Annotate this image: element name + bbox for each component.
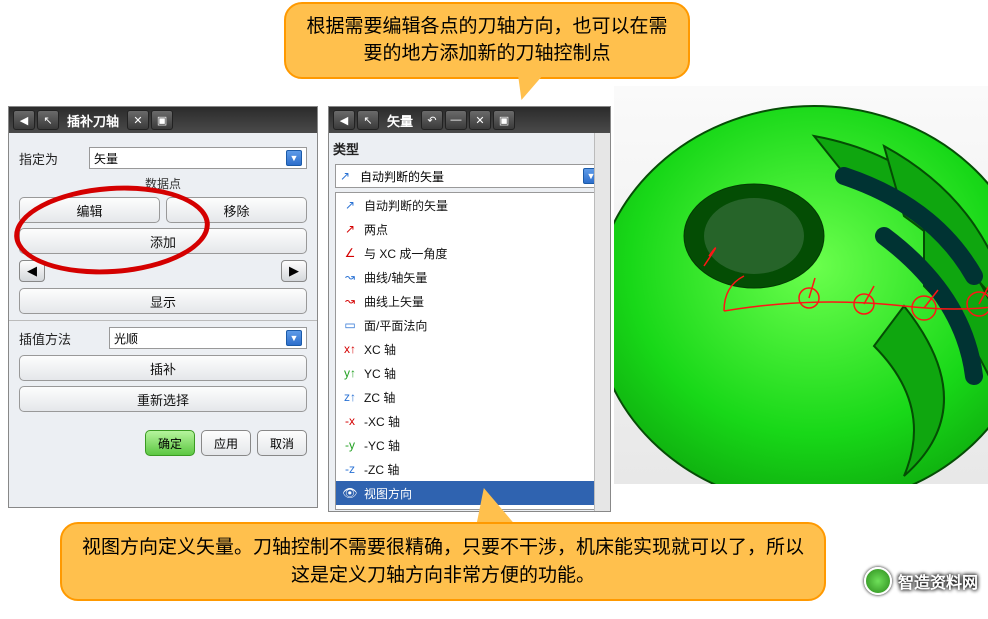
remove-button[interactable]: 移除 [166, 197, 307, 223]
option-icon: ↗ [342, 221, 358, 237]
close-button[interactable]: ✕ [127, 110, 149, 130]
datapoints-group-label: 数据点 [19, 175, 307, 192]
prev-button[interactable]: ◀ [19, 260, 45, 282]
apply-button[interactable]: 应用 [201, 430, 251, 456]
option-label: 与 XC 成一角度 [364, 245, 447, 262]
edit-button[interactable]: 编辑 [19, 197, 160, 223]
dialog-vector: ◀ ↖ 矢量 ↶ — ✕ ▣ 类型 ↗ 自动判断的矢量 ▼ ↗自动判断的矢量↗两… [328, 106, 611, 512]
specify-as-value: 矢量 [94, 150, 118, 167]
option-icon: ↗ [342, 197, 358, 213]
vector-type-combo[interactable]: ↗ 自动判断的矢量 ▼ [335, 164, 604, 188]
interpolate-button[interactable]: 插补 [19, 355, 307, 381]
maximize-button[interactable]: ▣ [493, 110, 515, 130]
viewport-3d[interactable] [614, 86, 988, 484]
vector-type-option[interactable]: ∠ 与 XC 成一角度 [336, 241, 603, 265]
vector-type-option[interactable]: ↝ 曲线上矢量 [336, 289, 603, 313]
option-icon: y↑ [342, 365, 358, 381]
add-button[interactable]: 添加 [19, 228, 307, 254]
cancel-button[interactable]: 取消 [257, 430, 307, 456]
scrollbar[interactable] [594, 133, 610, 511]
option-label: -XC 轴 [364, 413, 400, 430]
option-icon: z↑ [342, 389, 358, 405]
annotation-top-text: 根据需要编辑各点的刀轴方向，也可以在需要的地方添加新的刀轴控制点 [306, 16, 667, 64]
back-button[interactable]: ◀ [333, 110, 355, 130]
vector-type-value: 自动判断的矢量 [360, 168, 444, 185]
option-icon: ↝ [342, 269, 358, 285]
dropdown-arrow-icon: ▼ [286, 330, 302, 346]
option-label: -YC 轴 [364, 437, 400, 454]
interp-method-value: 光顺 [114, 330, 138, 347]
inferred-vector-icon: ↗ [340, 169, 356, 183]
specify-as-label: 指定为 [19, 149, 89, 168]
option-icon: ▭ [342, 317, 358, 333]
specify-as-select[interactable]: 矢量 ▼ [89, 147, 307, 169]
option-label: XC 轴 [364, 341, 396, 358]
vector-type-option[interactable]: ↝ 曲线/轴矢量 [336, 265, 603, 289]
option-icon: ∠ [342, 245, 358, 261]
vector-type-option[interactable]: -y -YC 轴 [336, 433, 603, 457]
reselect-button[interactable]: 重新选择 [19, 386, 307, 412]
option-label: 曲线上矢量 [364, 293, 424, 310]
vector-type-option[interactable]: ▭ 面/平面法向 [336, 313, 603, 337]
wechat-icon [864, 567, 892, 595]
vector-type-list[interactable]: ↗ 自动判断的矢量 ↗ 两点 ∠ 与 XC 成一角度 ↝ 曲线/轴矢量 ↝ 曲线上矢量 ▭ 面/平面法… [335, 192, 604, 510]
watermark: 智造资料网 [864, 567, 978, 595]
option-icon: 👁 [342, 485, 358, 501]
option-label: 两点 [364, 221, 388, 238]
annotation-top: 根据需要编辑各点的刀轴方向，也可以在需要的地方添加新的刀轴控制点 [284, 2, 690, 79]
dash-button[interactable]: — [445, 110, 467, 130]
annotation-bottom: 视图方向定义矢量。刀轴控制不需要很精确，只要不干涉，机床能实现就可以了，所以这是… [60, 522, 826, 601]
option-icon: -y [342, 437, 358, 453]
vector-type-option[interactable]: ↗ 自动判断的矢量 [336, 193, 603, 217]
option-icon: -z [342, 461, 358, 477]
impeller-model [614, 86, 988, 484]
vector-type-option[interactable]: y↑ YC 轴 [336, 361, 603, 385]
option-label: 自动判断的矢量 [364, 197, 448, 214]
divider [9, 320, 317, 321]
option-label: ZC 轴 [364, 389, 395, 406]
option-icon: -x [342, 413, 358, 429]
titlebar: ◀ ↖ 插补刀轴 ✕ ▣ [9, 107, 317, 133]
option-icon: ↝ [342, 293, 358, 309]
close-button[interactable]: ✕ [469, 110, 491, 130]
vector-type-option[interactable]: -z -ZC 轴 [336, 457, 603, 481]
annotation-bottom-text: 视图方向定义矢量。刀轴控制不需要很精确，只要不干涉，机床能实现就可以了，所以这是… [82, 537, 804, 586]
maximize-button[interactable]: ▣ [151, 110, 173, 130]
type-group-label: 类型 [329, 137, 610, 160]
interp-method-label: 插值方法 [19, 329, 109, 348]
dialog-title: 插补刀轴 [61, 111, 125, 130]
dialog-title: 矢量 [381, 111, 419, 130]
next-button[interactable]: ▶ [281, 260, 307, 282]
option-icon: x↑ [342, 341, 358, 357]
option-label: 面/平面法向 [364, 317, 427, 334]
undo-button[interactable]: ↶ [421, 110, 443, 130]
back-button[interactable]: ◀ [13, 110, 35, 130]
titlebar: ◀ ↖ 矢量 ↶ — ✕ ▣ [329, 107, 610, 133]
option-label: -ZC 轴 [364, 461, 399, 478]
option-label: 按系数 [364, 509, 400, 511]
dialog-interpolate-tool-axis: ◀ ↖ 插补刀轴 ✕ ▣ 指定为 矢量 ▼ 数据点 编辑 移除 添加 ◀ ▶ 显… [8, 106, 318, 508]
pin-icon[interactable]: ↖ [357, 110, 379, 130]
vector-type-option[interactable]: z↑ ZC 轴 [336, 385, 603, 409]
option-icon: k [342, 509, 358, 510]
vector-type-option[interactable]: x↑ XC 轴 [336, 337, 603, 361]
display-button[interactable]: 显示 [19, 288, 307, 314]
pin-icon[interactable]: ↖ [37, 110, 59, 130]
watermark-text: 智造资料网 [898, 569, 978, 593]
ok-button[interactable]: 确定 [145, 430, 195, 456]
dropdown-arrow-icon: ▼ [286, 150, 302, 166]
vector-type-option[interactable]: -x -XC 轴 [336, 409, 603, 433]
option-label: 视图方向 [364, 485, 412, 502]
vector-type-option[interactable]: ↗ 两点 [336, 217, 603, 241]
option-label: 曲线/轴矢量 [364, 269, 427, 286]
option-label: YC 轴 [364, 365, 396, 382]
interp-method-select[interactable]: 光顺 ▼ [109, 327, 307, 349]
dialog-body: 指定为 矢量 ▼ 数据点 编辑 移除 添加 ◀ ▶ 显示 插值方法 光顺 ▼ 插… [9, 133, 317, 464]
